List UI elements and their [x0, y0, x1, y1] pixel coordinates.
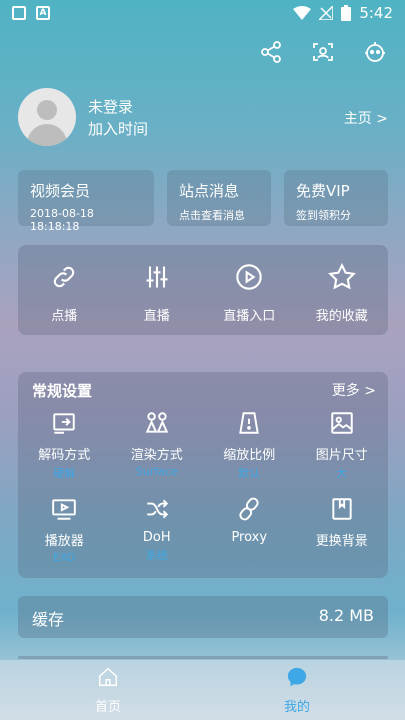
setting-value: 默认	[238, 467, 261, 480]
status-bar: A 5:42	[0, 0, 405, 30]
home-link[interactable]: 主页 >	[344, 108, 388, 128]
profile-section: 未登录 加入时间 主页 >	[18, 88, 388, 148]
link-icon	[54, 266, 75, 288]
home-icon	[99, 667, 117, 686]
chat-bubble-icon	[287, 667, 307, 687]
setting-label: 图片尺寸	[315, 448, 368, 463]
gallery-notification-icon	[12, 6, 26, 20]
app-notification-icon: A	[36, 6, 50, 20]
setting-value: 硬解	[53, 467, 76, 480]
setting-value: 系统	[145, 549, 168, 562]
setting-value: Surface	[135, 465, 178, 478]
quick-item-label: 我的收藏	[315, 309, 368, 324]
quick-item-label: 直播	[143, 309, 170, 324]
card-title: 视频会员	[30, 182, 91, 200]
card-title: 站点消息	[179, 182, 240, 200]
share-icon[interactable]	[259, 40, 283, 64]
free-vip-card[interactable]: 免费VIP 签到领积分	[284, 170, 388, 226]
setting-decode[interactable]: 解码方式 硬解	[18, 410, 111, 482]
setting-label: 缩放比例	[223, 448, 276, 463]
setting-label: 更换背景	[315, 534, 368, 549]
setting-label: 渲染方式	[130, 448, 183, 463]
card-subtitle: 点击查看消息	[179, 209, 245, 222]
setting-label: Proxy	[231, 530, 268, 545]
info-cards: 视频会员 2018-08-18 18:18:18 站点消息 点击查看消息 免费V…	[18, 170, 388, 233]
image-icon	[331, 412, 353, 434]
settings-more-link[interactable]: 更多 >	[332, 380, 376, 400]
site-messages-card[interactable]: 站点消息 点击查看消息	[167, 170, 271, 226]
battery-icon	[341, 5, 352, 21]
cache-size: 8.2 MB	[318, 606, 374, 625]
vip-member-card[interactable]: 视频会员 2018-08-18 18:18:18	[18, 170, 154, 233]
shuffle-icon	[147, 499, 168, 519]
quick-item-label: 点播	[51, 309, 78, 324]
quick-actions-panel: 点播 直播 直播入口 我的收藏	[18, 245, 388, 335]
avatar[interactable]	[18, 88, 76, 146]
star-icon	[327, 262, 356, 290]
render-icon	[145, 412, 169, 433]
setting-label: 解码方式	[38, 448, 91, 463]
card-subtitle: 2018-08-18 18:18:18	[30, 207, 94, 233]
quick-item-vod[interactable]: 点播	[18, 245, 111, 335]
quick-item-favorites[interactable]: 我的收藏	[296, 245, 389, 335]
setting-label: DoH	[142, 530, 171, 545]
sliders-icon	[146, 266, 168, 288]
card-title: 免费VIP	[296, 182, 350, 200]
signal-icon	[319, 6, 334, 20]
setting-doh[interactable]: DoH 系统	[111, 496, 204, 568]
setting-background[interactable]: 更换背景	[296, 496, 389, 568]
bottom-nav: 首页 我的	[0, 656, 405, 720]
nav-divider	[18, 656, 388, 659]
setting-scale[interactable]: 缩放比例 默认	[203, 410, 296, 482]
play-circle-icon	[236, 264, 262, 290]
setting-player[interactable]: 播放器 EXO	[18, 496, 111, 568]
setting-render[interactable]: 渲染方式 Surface	[111, 410, 204, 482]
setting-proxy[interactable]: Proxy	[203, 496, 296, 568]
bookmark-icon	[332, 498, 352, 520]
top-actions	[259, 40, 387, 64]
general-settings-panel: 常规设置 更多 > 解码方式 硬解 渲染方式 Surface 缩放比例 默认 图…	[18, 372, 388, 578]
setting-value: EXO	[53, 551, 76, 564]
user-name: 未登录	[88, 98, 134, 116]
decode-icon	[53, 413, 75, 434]
quick-item-live[interactable]: 直播	[111, 245, 204, 335]
quick-item-live-entry[interactable]: 直播入口	[203, 245, 296, 335]
tv-icon	[52, 499, 77, 520]
join-time: 加入时间	[88, 120, 149, 138]
card-subtitle: 签到领积分	[296, 209, 351, 222]
nav-label: 首页	[94, 700, 121, 715]
cache-row[interactable]: 缓存 8.2 MB	[18, 596, 388, 638]
quick-item-label: 直播入口	[223, 309, 276, 324]
settings-title: 常规设置	[32, 382, 93, 400]
nav-item-home[interactable]: 首页	[68, 666, 148, 715]
settings-grid: 解码方式 硬解 渲染方式 Surface 缩放比例 默认 图片尺寸 大 播放器 …	[18, 410, 388, 568]
robot-icon[interactable]	[363, 40, 387, 64]
setting-label: 播放器	[44, 534, 84, 549]
nav-label: 我的	[283, 700, 310, 715]
wifi-icon	[293, 6, 312, 20]
scale-icon	[239, 412, 260, 434]
setting-value: 大	[336, 467, 348, 480]
nav-item-mine[interactable]: 我的	[257, 666, 337, 715]
chain-icon	[239, 497, 259, 521]
status-time: 5:42	[359, 4, 393, 22]
scan-icon[interactable]	[311, 40, 335, 64]
cache-label: 缓存	[32, 610, 65, 629]
setting-image-size[interactable]: 图片尺寸 大	[296, 410, 389, 482]
